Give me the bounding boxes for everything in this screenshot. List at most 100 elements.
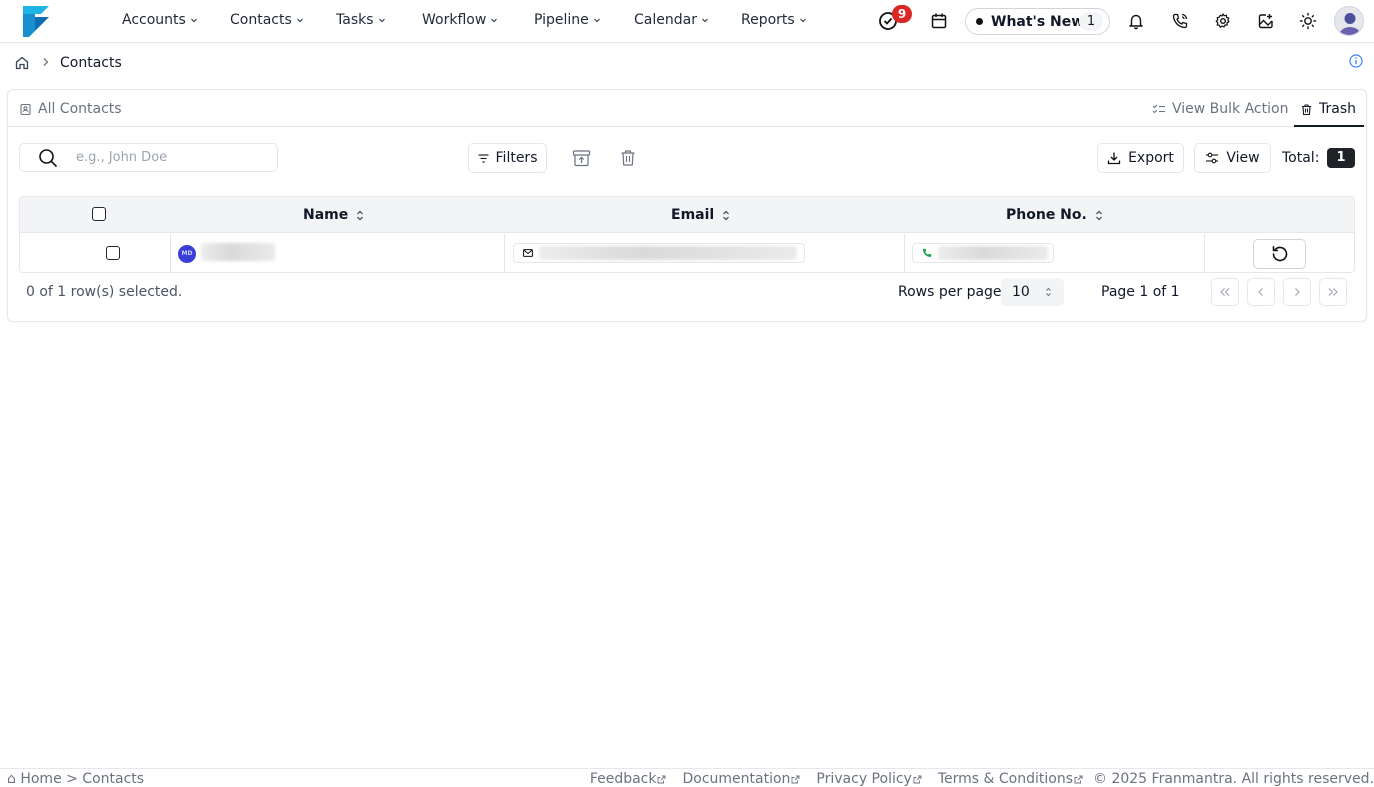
- menu-label: Pipeline: [534, 12, 589, 28]
- view-options-button[interactable]: View: [1194, 143, 1271, 173]
- user-avatar[interactable]: [1334, 6, 1364, 36]
- footer-link-terms[interactable]: Terms & Conditions: [938, 771, 1083, 787]
- top-navbar: Accounts Contacts Tasks Workflow Pipelin…: [0, 0, 1374, 43]
- last-page-button[interactable]: [1319, 278, 1347, 306]
- footer-breadcrumb[interactable]: ⌂ Home > Contacts: [7, 771, 144, 787]
- menu-tasks[interactable]: Tasks: [336, 12, 386, 28]
- menu-label: Reports: [741, 12, 795, 28]
- email-redacted: [539, 246, 797, 260]
- view-label: View: [1226, 150, 1260, 166]
- menu-contacts[interactable]: Contacts: [230, 12, 304, 28]
- tab-view-bulk-action[interactable]: View Bulk Action: [1152, 101, 1288, 117]
- menu-calendar[interactable]: Calendar: [634, 12, 709, 28]
- tab-all-contacts[interactable]: All Contacts: [19, 101, 122, 117]
- search-field[interactable]: [19, 143, 278, 172]
- chevron-down-icon: [491, 18, 498, 23]
- whats-new-button[interactable]: What's New 1: [965, 8, 1110, 35]
- footer-link-label: Privacy Policy: [816, 771, 912, 787]
- previous-page-button[interactable]: [1247, 278, 1275, 306]
- export-button[interactable]: Export: [1097, 143, 1184, 173]
- row-checkbox[interactable]: [106, 246, 120, 260]
- rows-per-page-select[interactable]: 10: [1001, 278, 1064, 306]
- table-footer: 0 of 1 row(s) selected. Rows per page 10…: [8, 275, 1366, 309]
- filters-button[interactable]: Filters: [468, 143, 547, 173]
- menu-workflow[interactable]: Workflow: [422, 12, 498, 28]
- info-icon[interactable]: [1349, 54, 1363, 68]
- selection-status: 0 of 1 row(s) selected.: [26, 284, 183, 300]
- dot-icon: [976, 18, 983, 25]
- chevron-right-icon: [1295, 288, 1300, 296]
- download-icon: [1107, 152, 1121, 165]
- phone-call-icon[interactable]: [1169, 10, 1191, 32]
- chevron-down-icon: [702, 18, 708, 23]
- sort-icon: [723, 210, 730, 220]
- menu-label: Calendar: [634, 12, 697, 28]
- footer-link-privacy-policy[interactable]: Privacy Policy: [816, 771, 922, 787]
- column-header-email[interactable]: Email: [671, 207, 730, 223]
- column-header-label: Phone No.: [1006, 207, 1087, 223]
- page-footer: ⌂ Home > Contacts Feedback Documentation…: [0, 768, 1374, 787]
- menu-label: Tasks: [336, 12, 374, 28]
- menu-reports[interactable]: Reports: [741, 12, 807, 28]
- first-page-button[interactable]: [1211, 278, 1239, 306]
- tab-trash[interactable]: Trash: [1300, 101, 1356, 117]
- external-link-icon: [791, 775, 800, 783]
- sun-icon[interactable]: [1297, 10, 1319, 32]
- breadcrumb-current: Contacts: [60, 55, 122, 71]
- total-count-badge: 1: [1327, 148, 1355, 168]
- sliders-icon: [1206, 152, 1219, 164]
- external-link-icon: [658, 775, 666, 783]
- tab-trash-label: Trash: [1319, 101, 1356, 117]
- total-label: Total:: [1282, 150, 1320, 166]
- column-header-phone[interactable]: Phone No.: [1006, 207, 1103, 223]
- list-check-icon: [1152, 104, 1165, 113]
- delete-forever-icon[interactable]: [618, 148, 638, 168]
- calendar-icon[interactable]: [928, 10, 950, 32]
- home-icon[interactable]: [14, 55, 30, 71]
- footer-link-label: Feedback: [589, 771, 657, 787]
- footer-link-documentation[interactable]: Documentation: [682, 771, 800, 787]
- phone-chip[interactable]: [912, 243, 1054, 263]
- rows-per-page-value: 10: [1012, 284, 1030, 300]
- user-avatar-icon: [1335, 7, 1363, 35]
- contact-name-redacted: [201, 243, 275, 261]
- bell-icon[interactable]: [1125, 10, 1147, 32]
- filters-label: Filters: [495, 150, 538, 166]
- contact-book-icon: [20, 103, 31, 115]
- footer-link-feedback[interactable]: Feedback: [590, 771, 667, 787]
- chevron-right-icon: [42, 55, 50, 71]
- whats-new-count: 1: [1079, 12, 1103, 31]
- sort-icon: [357, 210, 364, 220]
- image-edit-icon[interactable]: [1255, 10, 1277, 32]
- phone-redacted: [938, 246, 1048, 260]
- search-input[interactable]: [76, 150, 246, 165]
- footer-copyright: © 2025 Franmantra. All rights reserved.: [1093, 771, 1374, 787]
- gear-icon[interactable]: [1212, 10, 1234, 32]
- sort-icon: [1095, 210, 1102, 220]
- column-header-name[interactable]: Name: [303, 207, 364, 223]
- email-chip[interactable]: [513, 243, 805, 263]
- contacts-card: All Contacts View Bulk Action Trash Filt…: [7, 89, 1367, 322]
- franmantra-logo[interactable]: [21, 3, 51, 37]
- next-page-button[interactable]: [1283, 278, 1311, 306]
- export-label: Export: [1128, 150, 1174, 166]
- archive-restore-icon[interactable]: [571, 148, 591, 168]
- menu-accounts[interactable]: Accounts: [122, 12, 198, 28]
- rotate-ccw-icon: [1272, 246, 1287, 262]
- page-indicator: Page 1 of 1: [1101, 284, 1180, 300]
- chevrons-left-icon: [1220, 288, 1230, 296]
- chevron-down-icon: [296, 18, 303, 23]
- whats-new-label: What's New: [991, 13, 1085, 30]
- contact-avatar: MD: [178, 245, 196, 263]
- menu-label: Contacts: [230, 12, 292, 28]
- notification-count-badge: 9: [892, 5, 912, 23]
- table-row[interactable]: MD: [20, 234, 1354, 272]
- contacts-tabs: All Contacts View Bulk Action Trash: [8, 90, 1366, 127]
- select-all-checkbox[interactable]: [92, 207, 106, 221]
- menu-pipeline[interactable]: Pipeline: [534, 12, 601, 28]
- chevron-up-down-icon: [1046, 287, 1051, 297]
- tab-all-contacts-label: All Contacts: [38, 101, 122, 117]
- restore-button[interactable]: [1253, 239, 1306, 269]
- contacts-table: Name Email Phone No. MD: [19, 196, 1355, 273]
- chevron-down-icon: [190, 18, 197, 23]
